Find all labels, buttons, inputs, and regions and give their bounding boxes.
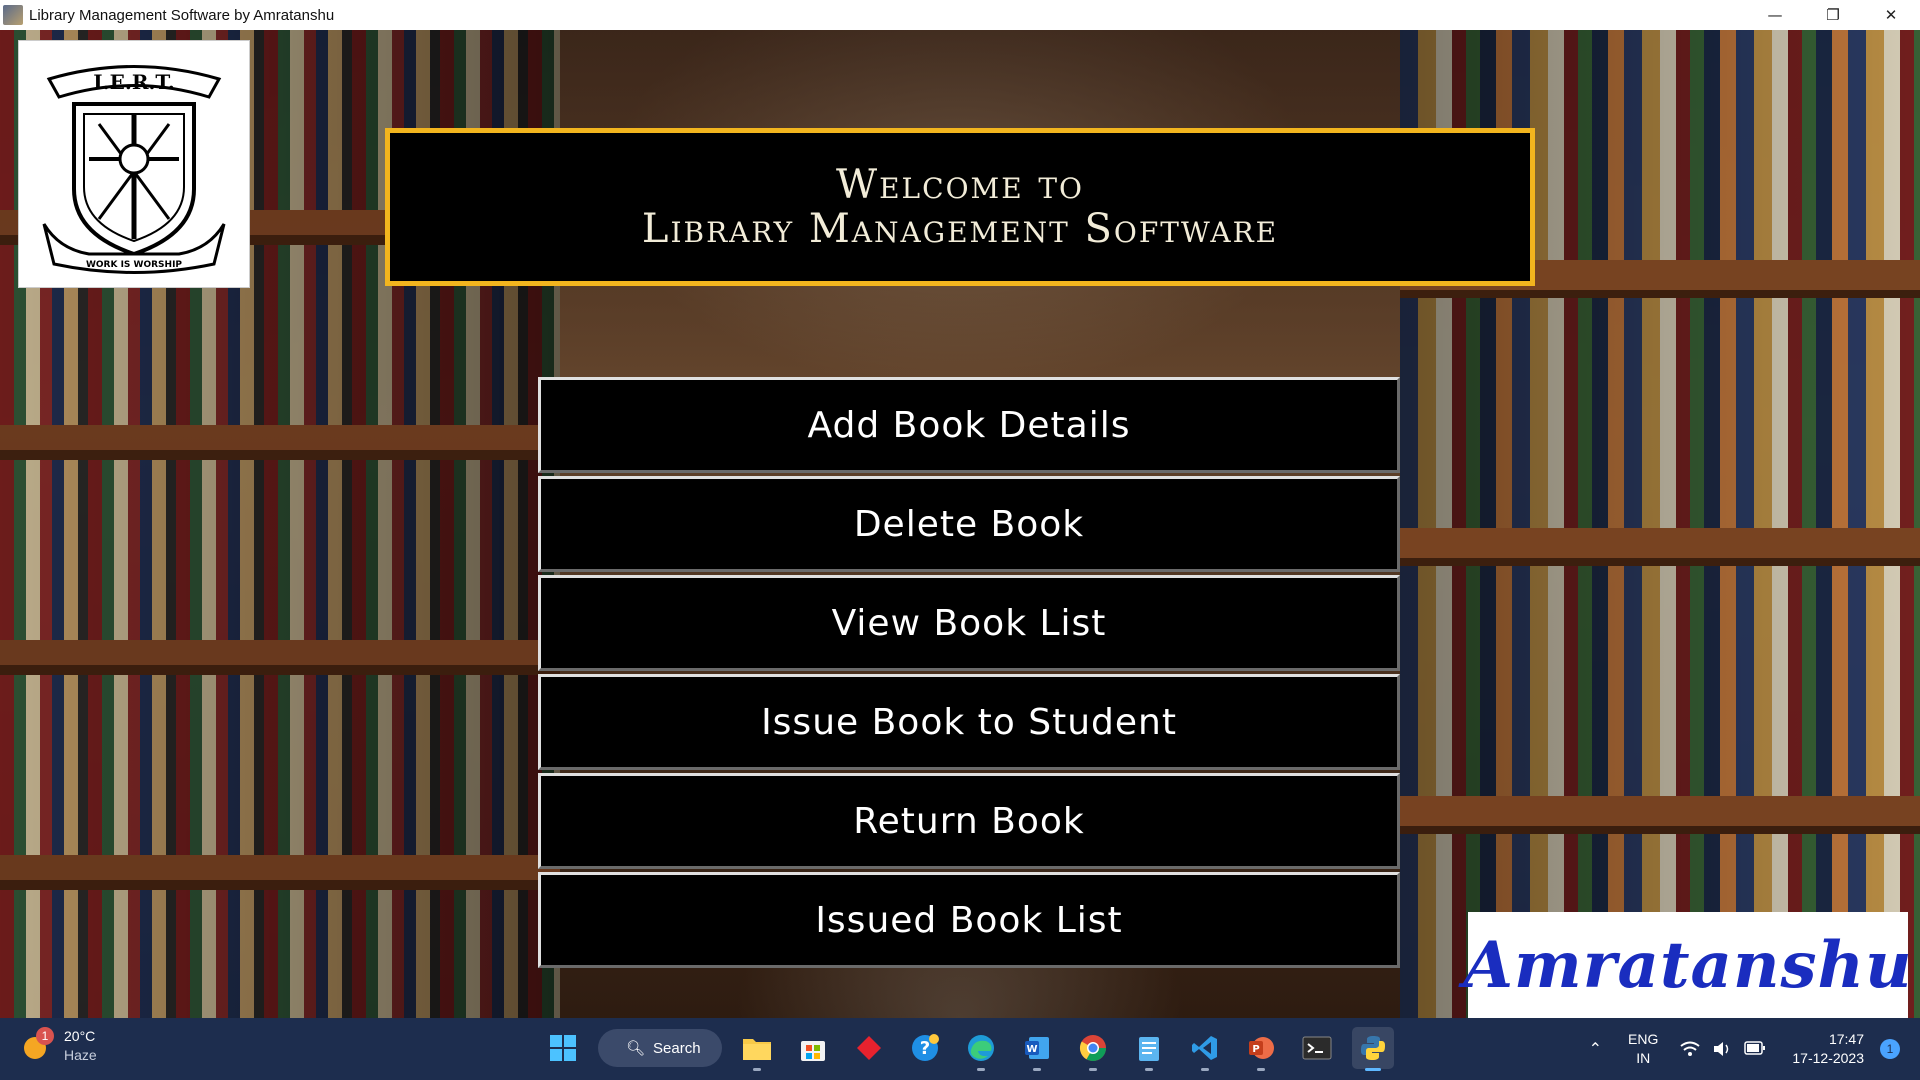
weather-condition: Haze: [64, 1047, 97, 1063]
weather-badge: 1: [36, 1027, 54, 1045]
weather-temp: 20°C: [64, 1028, 96, 1044]
app-canvas: I.E.R.T. WORK IS WORSHIP Welcome to Libr…: [0, 30, 1920, 1018]
help-icon[interactable]: ?: [904, 1027, 946, 1069]
taskbar-apps: 🔍︎ Search ? W P: [542, 1027, 1394, 1071]
system-tray: ⌃ ENG IN 17:47 17-12-2023 1: [1589, 1018, 1900, 1080]
microsoft-store-icon[interactable]: [792, 1027, 834, 1069]
author-signature: Amratanshu: [1463, 912, 1912, 1018]
welcome-line-2: Library Management Software: [641, 206, 1279, 252]
college-logo: I.E.R.T. WORK IS WORSHIP: [18, 40, 250, 288]
edge-icon[interactable]: [960, 1027, 1002, 1071]
signature-text: Amratanshu: [1463, 927, 1913, 1003]
lang-bottom: IN: [1636, 1050, 1651, 1066]
add-book-details-button[interactable]: Add Book Details: [538, 377, 1400, 473]
view-book-list-button[interactable]: View Book List: [538, 575, 1400, 671]
language-indicator[interactable]: ENG IN: [1628, 1030, 1658, 1068]
restore-button[interactable]: ❐: [1804, 0, 1862, 30]
svg-text:P: P: [1252, 1044, 1259, 1055]
vscode-icon[interactable]: [1184, 1027, 1226, 1071]
file-explorer-icon[interactable]: [736, 1027, 778, 1071]
issue-book-to-student-button[interactable]: Issue Book to Student: [538, 674, 1400, 770]
return-book-button[interactable]: Return Book: [538, 773, 1400, 869]
terminal-icon[interactable]: [1296, 1027, 1338, 1069]
quick-settings[interactable]: [1680, 1041, 1766, 1057]
chrome-icon[interactable]: [1072, 1027, 1114, 1071]
close-button[interactable]: ✕: [1862, 0, 1920, 30]
logo-banner-text: I.E.R.T.: [93, 70, 174, 94]
weather-sun-icon: 1: [22, 1027, 54, 1061]
clock[interactable]: 17:47 17-12-2023: [1792, 1030, 1864, 1068]
minimize-button[interactable]: —: [1746, 0, 1804, 30]
taskbar-search[interactable]: 🔍︎ Search: [598, 1029, 722, 1067]
notification-badge[interactable]: 1: [1880, 1039, 1900, 1059]
window-title: Library Management Software by Amratansh…: [29, 6, 335, 24]
welcome-line-1: Welcome to: [836, 162, 1084, 208]
word-icon[interactable]: W: [1016, 1027, 1058, 1071]
svg-text:?: ?: [920, 1038, 930, 1059]
search-label: Search: [653, 1039, 701, 1057]
powerpoint-icon[interactable]: P: [1240, 1027, 1282, 1071]
delete-book-button[interactable]: Delete Book: [538, 476, 1400, 572]
battery-icon: [1744, 1041, 1766, 1055]
python-icon[interactable]: [1352, 1027, 1394, 1071]
volume-icon: [1714, 1042, 1729, 1056]
main-menu: Add Book Details Delete Book View Book L…: [538, 377, 1400, 971]
crest-icon: I.E.R.T. WORK IS WORSHIP: [42, 65, 226, 274]
search-icon: 🔍︎: [626, 1040, 646, 1057]
welcome-banner: Welcome to Library Management Software: [385, 128, 1535, 286]
logo-motto: WORK IS WORSHIP: [86, 260, 182, 270]
window-controls: — ❐ ✕: [1746, 0, 1920, 30]
taskbar: 1 20°C Haze 🔍︎ Search ? W P ⌃ ENG IN 17:…: [0, 1018, 1920, 1080]
lang-top: ENG: [1628, 1031, 1659, 1047]
svg-text:W: W: [1026, 1044, 1037, 1055]
clock-time: 17:47: [1828, 1031, 1864, 1047]
windows-start-icon[interactable]: [542, 1027, 584, 1069]
diamond-app-icon[interactable]: [848, 1027, 890, 1069]
chevron-up-icon[interactable]: ⌃: [1589, 1039, 1602, 1059]
wifi-icon: [1680, 1041, 1700, 1056]
title-bar: Library Management Software by Amratansh…: [0, 0, 1920, 30]
notepad-icon[interactable]: [1128, 1027, 1170, 1071]
weather-widget[interactable]: 1 20°C Haze: [22, 1027, 97, 1065]
issued-book-list-button[interactable]: Issued Book List: [538, 872, 1400, 968]
clock-date: 17-12-2023: [1792, 1050, 1864, 1066]
app-icon: [3, 5, 23, 25]
